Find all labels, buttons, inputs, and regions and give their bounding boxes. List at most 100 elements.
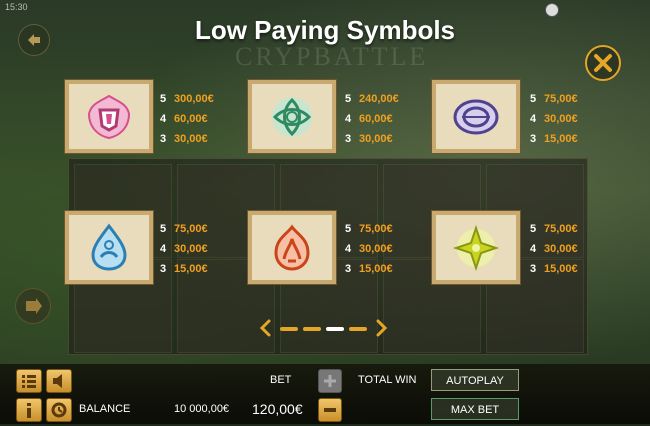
pay-row: 3 15,00€ (530, 129, 600, 149)
pay-row: 5 240,00€ (345, 89, 415, 109)
page-dot[interactable] (303, 327, 321, 331)
symbol-card-green-knot (248, 80, 336, 153)
bet-label: BET (270, 374, 292, 386)
pay-row: 3 15,00€ (160, 259, 230, 279)
arrow-icon (26, 298, 42, 314)
pay-count: 4 (530, 243, 537, 255)
symbol-card-yellow-star (432, 211, 520, 284)
pay-count: 3 (160, 133, 167, 145)
page-dot[interactable] (349, 327, 367, 331)
pay-count: 4 (345, 243, 352, 255)
history-button[interactable] (46, 398, 72, 422)
pay-value: 15,00€ (359, 263, 393, 275)
page-title: Low Paying Symbols (194, 15, 456, 45)
pay-value: 30,00€ (359, 133, 393, 145)
pay-value: 75,00€ (359, 223, 393, 235)
minus-icon (324, 408, 336, 412)
pay-count: 4 (160, 243, 167, 255)
symbol-card-pink-crest (65, 80, 153, 153)
chevron-right-icon[interactable] (375, 318, 389, 338)
paytable-orange-flame: 5 75,00€ 4 30,00€ 3 15,00€ (345, 219, 415, 279)
yellow-star-icon (452, 224, 500, 272)
pay-count: 5 (530, 93, 537, 105)
autoplay-button[interactable]: AUTOPLAY (431, 369, 519, 391)
history-icon (51, 402, 67, 418)
pay-value: 15,00€ (544, 133, 578, 145)
pay-value: 30,00€ (174, 133, 208, 145)
paytable-pink-crest: 5 300,00€ 4 60,00€ 3 30,00€ (160, 89, 230, 149)
pay-row: 4 30,00€ (530, 239, 600, 259)
pay-count: 5 (530, 223, 537, 235)
pay-count: 5 (160, 223, 167, 235)
speaker-icon (53, 374, 62, 388)
pay-row: 5 75,00€ (345, 219, 415, 239)
pay-row: 3 30,00€ (160, 129, 230, 149)
sound-button[interactable] (46, 369, 72, 393)
menu-button[interactable] (16, 369, 42, 393)
pay-value: 15,00€ (544, 263, 578, 275)
pay-count: 3 (530, 263, 537, 275)
info-button[interactable] (16, 398, 42, 422)
pay-value: 30,00€ (544, 113, 578, 125)
chevron-left-icon[interactable] (258, 318, 272, 338)
close-icon (594, 54, 612, 72)
pay-row: 5 300,00€ (160, 89, 230, 109)
decrease-bet-button[interactable] (318, 398, 342, 422)
pay-count: 3 (530, 133, 537, 145)
bet-value: 120,00€ (252, 401, 303, 417)
green-knot-icon (272, 97, 312, 137)
paytable-purple-knot: 5 75,00€ 4 30,00€ 3 15,00€ (530, 89, 600, 149)
pay-count: 5 (345, 93, 352, 105)
max-bet-button[interactable]: MAX BET (431, 398, 519, 420)
pay-row: 5 75,00€ (530, 89, 600, 109)
pay-count: 4 (530, 113, 537, 125)
paytable-green-knot: 5 240,00€ 4 60,00€ 3 30,00€ (345, 89, 415, 149)
close-button[interactable] (585, 45, 621, 81)
orange-flame-icon (274, 224, 310, 271)
list-icon (22, 375, 36, 388)
pay-row: 4 60,00€ (345, 109, 415, 129)
pay-row: 4 30,00€ (530, 109, 600, 129)
pay-value: 60,00€ (359, 113, 393, 125)
pay-value: 30,00€ (544, 243, 578, 255)
pay-value: 75,00€ (544, 223, 578, 235)
pay-count: 5 (160, 93, 167, 105)
pay-count: 4 (160, 113, 167, 125)
pay-row: 5 75,00€ (530, 219, 600, 239)
pay-count: 5 (345, 223, 352, 235)
pay-value: 240,00€ (359, 93, 399, 105)
total-win-label: TOTAL WIN (358, 374, 417, 386)
pay-value: 30,00€ (359, 243, 393, 255)
pay-row: 3 15,00€ (345, 259, 415, 279)
pay-row: 5 75,00€ (160, 219, 230, 239)
balance-label: BALANCE (79, 403, 131, 415)
pay-value: 60,00€ (174, 113, 208, 125)
pay-value: 15,00€ (174, 263, 208, 275)
pay-row: 4 30,00€ (160, 239, 230, 259)
pay-value: 75,00€ (174, 223, 208, 235)
symbol-card-blue-drop (65, 211, 153, 284)
pay-count: 3 (345, 133, 352, 145)
pay-value: 30,00€ (174, 243, 208, 255)
game-logo-watermark (235, 42, 415, 70)
symbol-card-orange-flame (248, 211, 336, 284)
pay-value: 300,00€ (174, 93, 214, 105)
plus-icon (324, 375, 336, 387)
increase-bet-button[interactable] (318, 369, 342, 393)
clock: 15:30 (5, 2, 28, 12)
pay-count: 3 (345, 263, 352, 275)
page-dot[interactable] (280, 327, 298, 331)
balance-value: 10 000,00€ (174, 403, 230, 415)
page-dot-active[interactable] (326, 327, 344, 331)
paytable-blue-drop: 5 75,00€ 4 30,00€ 3 15,00€ (160, 219, 230, 279)
pay-row: 4 30,00€ (345, 239, 415, 259)
info-icon (27, 403, 31, 418)
side-menu-button[interactable] (15, 288, 51, 324)
purple-knot-icon (453, 99, 499, 135)
pink-crest-icon (87, 94, 131, 140)
pay-count: 4 (345, 113, 352, 125)
pay-row: 3 30,00€ (345, 129, 415, 149)
page-navigation (258, 318, 398, 338)
blue-drop-icon (91, 223, 127, 271)
pay-value: 75,00€ (544, 93, 578, 105)
